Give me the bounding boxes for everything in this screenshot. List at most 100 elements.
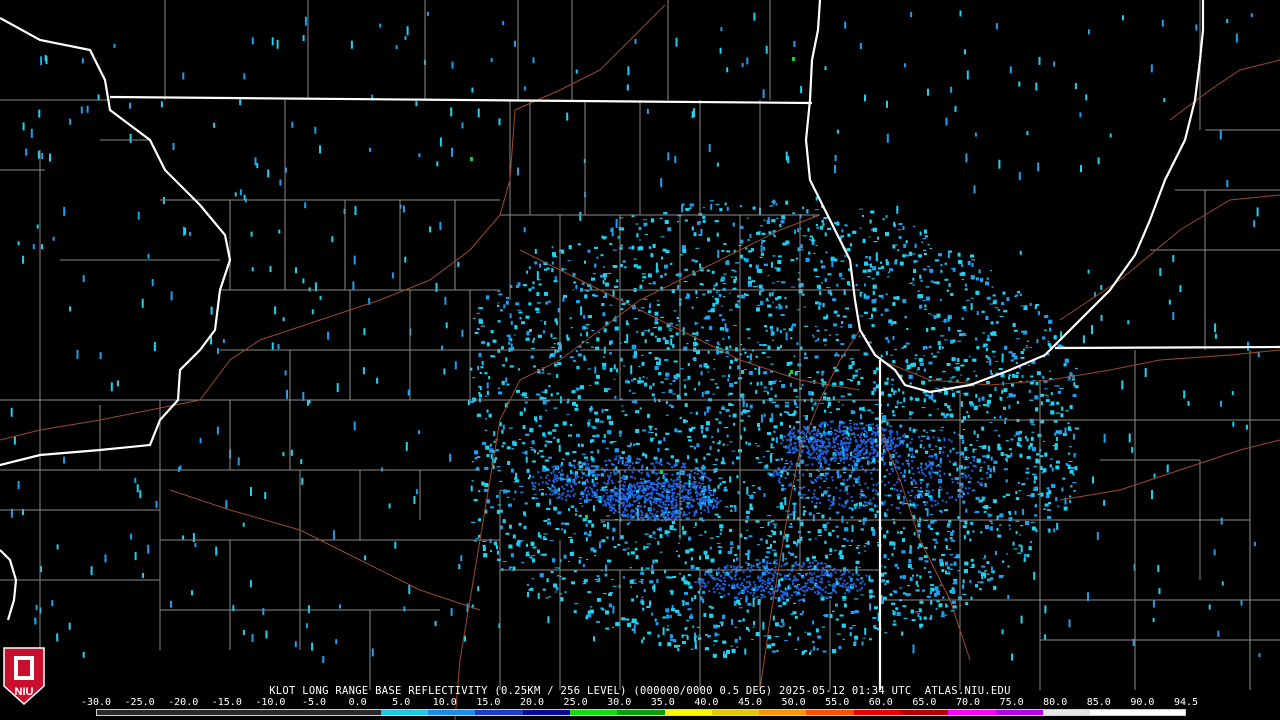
echo-pixel	[794, 229, 796, 234]
echo-pixel	[834, 222, 836, 225]
echo-pixel	[1023, 348, 1026, 351]
echo-pixel	[962, 306, 967, 310]
echo-pixel	[924, 235, 928, 238]
echo-pixel	[802, 206, 804, 209]
echo-pixel	[810, 650, 813, 652]
echo-pixel	[605, 282, 609, 287]
echo-pixel	[1069, 405, 1073, 409]
echo-pixel	[965, 602, 969, 606]
echo-pixel	[872, 266, 877, 271]
echo-pixel	[1019, 453, 1023, 458]
echo-pixel	[954, 461, 957, 464]
echo-pixel	[868, 589, 873, 594]
echo-pixel	[755, 389, 758, 394]
echo-pixel	[986, 561, 990, 565]
echo-pixel	[613, 487, 618, 489]
echo-pixel	[722, 640, 727, 644]
echo-pixel	[669, 615, 672, 619]
echo-pixel	[531, 286, 535, 289]
echo-pixel	[526, 331, 530, 336]
echo-pixel	[522, 284, 527, 287]
echo-pixel	[748, 371, 753, 375]
echo-pixel	[793, 410, 797, 415]
echo-pixel	[688, 536, 692, 541]
echo-pixel	[945, 561, 948, 566]
echo-pixel	[843, 538, 847, 540]
echo-pixel	[553, 583, 558, 588]
echo-pixel	[851, 361, 855, 366]
echo-pixel	[992, 570, 995, 574]
echo-pixel	[848, 545, 852, 546]
echo-pixel	[659, 534, 663, 539]
echo-pixel	[981, 565, 986, 568]
echo-pixel	[625, 618, 630, 621]
echo-pixel	[822, 650, 827, 653]
echo-pixel	[948, 283, 951, 287]
echo-pixel	[633, 318, 638, 320]
echo-pixel	[895, 244, 898, 246]
echo-pixel	[677, 554, 680, 557]
echo-pixel	[722, 614, 726, 619]
echo-pixel	[1050, 401, 1055, 406]
echo-pixel	[1017, 437, 1022, 442]
echo-pixel	[929, 514, 933, 515]
echo-pixel	[726, 434, 729, 438]
echo-pixel	[975, 393, 978, 398]
echo-pixel	[591, 426, 596, 428]
echo-pixel	[497, 550, 499, 555]
echo-pixel	[712, 393, 715, 395]
echo-pixel	[767, 391, 769, 395]
echo-pixel	[793, 426, 796, 430]
echo-pixel	[1004, 420, 1006, 424]
echo-pixel	[963, 535, 966, 540]
echo-pixel	[964, 288, 968, 291]
echo-pixel	[903, 469, 906, 474]
echo-pixel	[892, 335, 895, 340]
echo-pixel	[829, 411, 833, 413]
echo-pixel	[771, 549, 776, 551]
echo-pixel	[785, 305, 788, 309]
echo-pixel	[886, 403, 889, 407]
echo-pixel	[525, 337, 530, 341]
echo-pixel	[994, 307, 998, 309]
echo-pixel	[689, 548, 694, 552]
echo-pixel	[624, 414, 628, 417]
echo-pixel	[484, 372, 488, 375]
echo-pixel	[566, 337, 570, 341]
echo-pixel	[963, 359, 968, 363]
echo-pixel	[688, 585, 693, 589]
echo-pixel	[1040, 401, 1043, 406]
echo-pixel	[800, 249, 804, 251]
echo-pixel	[739, 205, 742, 208]
echo-pixel	[717, 428, 719, 433]
echo-pixel	[844, 586, 847, 588]
echo-pixel	[666, 535, 670, 537]
echo-pixel	[640, 579, 644, 581]
echo-pixel	[755, 457, 759, 460]
echo-pixel	[856, 545, 861, 547]
echo-pixel	[993, 356, 996, 358]
echo-pixel	[891, 378, 894, 381]
echo-pixel	[731, 648, 736, 653]
echo-pixel	[946, 363, 951, 366]
echo-pixel	[856, 503, 859, 505]
echo-pixel	[770, 443, 773, 448]
echo-pixel	[717, 484, 720, 489]
echo-pixel	[723, 651, 725, 654]
echo-pixel	[772, 255, 776, 257]
echo-pixel	[1023, 553, 1026, 558]
echo-pixel	[510, 468, 514, 473]
echo-pixel	[1016, 401, 1019, 404]
echo-pixel	[943, 415, 948, 419]
echo-pixel	[730, 276, 735, 278]
echo-pixel	[872, 617, 877, 619]
echo-pixel	[507, 490, 511, 493]
echo-pixel	[823, 528, 827, 531]
echo-pixel	[922, 268, 927, 271]
echo-pixel	[526, 543, 528, 547]
echo-pixel	[584, 294, 588, 299]
echo-pixel	[789, 361, 793, 365]
echo-pixel	[841, 484, 846, 486]
echo-pixel	[1027, 364, 1030, 366]
echo-pixel	[577, 243, 581, 246]
